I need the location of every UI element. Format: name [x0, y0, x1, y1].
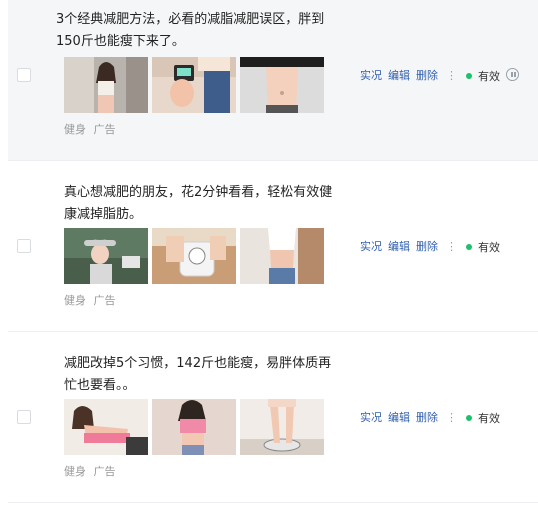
- status-dot-icon: [466, 415, 472, 421]
- ad-title: 减肥改掉5个习惯，142斤也能瘦，易胖体质再忙也要看。。: [64, 356, 332, 393]
- tag-type: 广告: [93, 465, 116, 478]
- status-label: 有效: [478, 412, 500, 425]
- divider: [8, 502, 538, 503]
- ad-tags: 健身 广告: [64, 463, 120, 479]
- status-label: 有效: [478, 70, 500, 83]
- delete-button[interactable]: 删除: [416, 238, 438, 254]
- ad-thumbnail[interactable]: [64, 399, 148, 455]
- live-button[interactable]: 实况: [360, 238, 382, 254]
- tag-category: 健身: [64, 123, 86, 136]
- ad-thumbnail[interactable]: [64, 228, 148, 284]
- edit-button[interactable]: 编辑: [388, 238, 410, 254]
- ad-tags: 健身 广告: [64, 121, 120, 137]
- row-actions: 实况 编辑 删除 ⋮: [360, 238, 457, 254]
- ad-title: 3个经典减肥方法，必看的减脂减肥误区，胖到150斤也能瘦下来了。: [56, 12, 325, 49]
- tag-type: 广告: [93, 123, 116, 136]
- divider: [8, 331, 538, 332]
- ad-thumbnail[interactable]: [240, 228, 324, 284]
- row-checkbox[interactable]: [17, 410, 31, 424]
- status-badge: 有效: [466, 68, 500, 84]
- delete-button[interactable]: 删除: [416, 409, 438, 425]
- thumbnail-group: [64, 57, 324, 113]
- more-vertical-icon[interactable]: ⋮: [446, 69, 457, 82]
- tag-category: 健身: [64, 465, 86, 478]
- ad-thumbnail[interactable]: [240, 399, 324, 455]
- ad-thumbnail[interactable]: [240, 57, 324, 113]
- ad-thumbnail[interactable]: [152, 228, 236, 284]
- row-actions: 实况 编辑 删除 ⋮: [360, 67, 457, 83]
- ad-thumbnail[interactable]: [152, 57, 236, 113]
- row-checkbox[interactable]: [17, 68, 31, 82]
- status-badge: 有效: [466, 410, 500, 426]
- thumbnail-group: [64, 228, 324, 284]
- thumbnail-group: [64, 399, 324, 455]
- status-dot-icon: [466, 73, 472, 79]
- more-vertical-icon[interactable]: ⋮: [446, 240, 457, 253]
- ad-tags: 健身 广告: [64, 292, 120, 308]
- ad-thumbnail[interactable]: [152, 399, 236, 455]
- live-button[interactable]: 实况: [360, 409, 382, 425]
- edit-button[interactable]: 编辑: [388, 409, 410, 425]
- ad-title: 真心想减肥的朋友，花2分钟看看，轻松有效健康减掉脂肪。: [64, 185, 333, 222]
- delete-button[interactable]: 删除: [416, 67, 438, 83]
- more-vertical-icon[interactable]: ⋮: [446, 411, 457, 424]
- tag-type: 广告: [93, 294, 116, 307]
- row-actions: 实况 编辑 删除 ⋮: [360, 409, 457, 425]
- live-button[interactable]: 实况: [360, 67, 382, 83]
- divider: [8, 160, 538, 161]
- status-badge: 有效: [466, 239, 500, 255]
- status-label: 有效: [478, 241, 500, 254]
- row-checkbox[interactable]: [17, 239, 31, 253]
- edit-button[interactable]: 编辑: [388, 67, 410, 83]
- ad-list: 3个经典减肥方法，必看的减脂减肥误区，胖到150斤也能瘦下来了。 健身 广告 实…: [0, 0, 538, 512]
- pause-icon[interactable]: [506, 68, 519, 81]
- ad-thumbnail[interactable]: [64, 57, 148, 113]
- tag-category: 健身: [64, 294, 86, 307]
- status-dot-icon: [466, 244, 472, 250]
